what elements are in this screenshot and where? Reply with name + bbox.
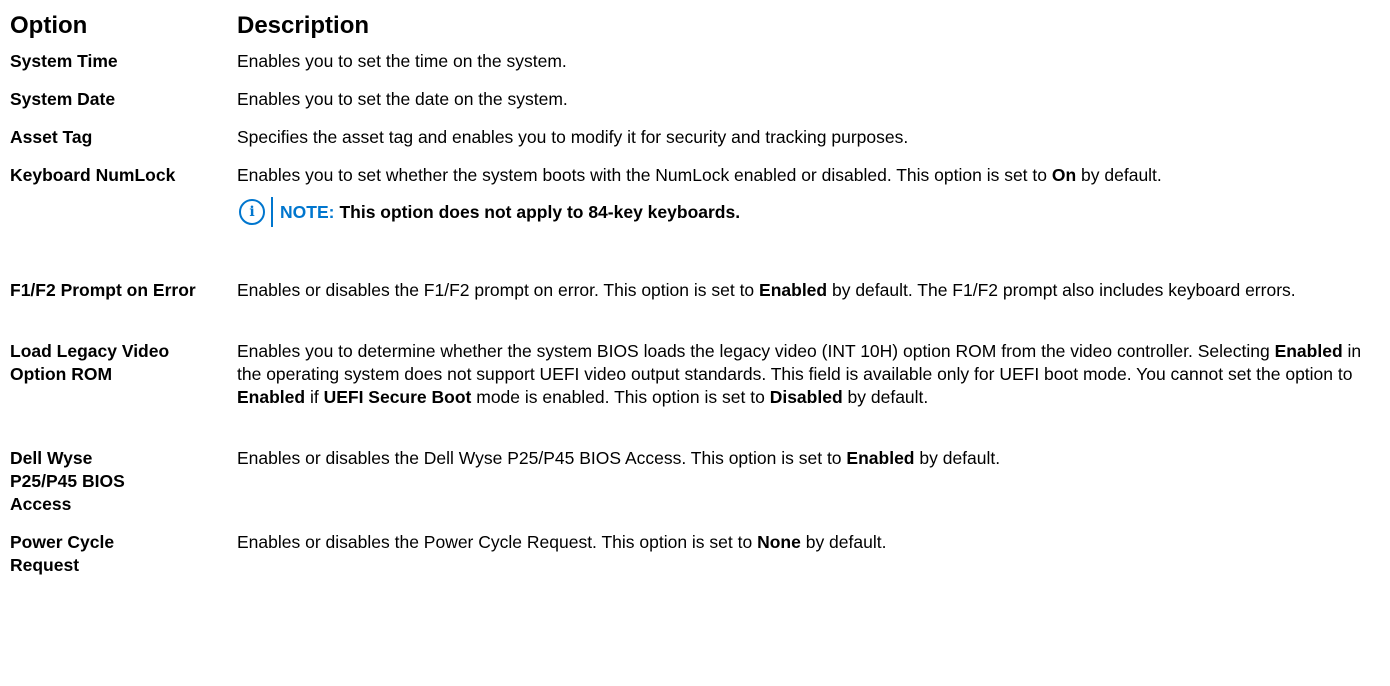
table-row: Power Cycle Request Enables or disables … — [10, 531, 1390, 581]
option-description: Enables you to set the time on the syste… — [237, 51, 567, 71]
option-name: Dell Wyse P25/P45 BIOS Access — [10, 448, 125, 514]
option-name: System Time — [10, 51, 118, 71]
note-label: NOTE: — [280, 201, 335, 222]
table-row: Dell Wyse P25/P45 BIOS Access Enables or… — [10, 447, 1390, 531]
table-row: System Time Enables you to set the time … — [10, 50, 1390, 88]
option-description: Enables or disables the Dell Wyse P25/P4… — [237, 448, 1001, 468]
table-row: Asset Tag Specifies the asset tag and en… — [10, 126, 1390, 164]
table-header: Option Description — [10, 10, 1390, 50]
description-text: Enables you to set whether the system bo… — [237, 165, 1162, 185]
table-row: Load Legacy Video Option ROM Enables you… — [10, 340, 1390, 447]
option-description: Enables you to determine whether the sys… — [237, 341, 1362, 407]
option-name: F1/F2 Prompt on Error — [10, 280, 196, 300]
note-callout: i NOTE: This option does not apply to 84… — [237, 197, 1380, 227]
option-description: Specifies the asset tag and enables you … — [237, 127, 909, 147]
bios-options-table: Option Description System Time Enables y… — [0, 0, 1390, 581]
info-icon: i — [239, 199, 265, 225]
option-name: Asset Tag — [10, 127, 93, 147]
note-text: This option does not apply to 84-key key… — [339, 201, 741, 222]
table-row: Keyboard NumLock Enables you to set whet… — [10, 164, 1390, 279]
note-divider — [271, 197, 273, 227]
option-name: Keyboard NumLock — [10, 165, 176, 185]
header-description: Description — [237, 12, 370, 39]
option-description: Enables or disables the Power Cycle Requ… — [237, 532, 887, 552]
option-description: Enables you to set whether the system bo… — [237, 164, 1380, 279]
header-option: Option — [10, 12, 88, 39]
option-description: Enables or disables the F1/F2 prompt on … — [237, 280, 1296, 300]
table-row: F1/F2 Prompt on Error Enables or disable… — [10, 279, 1390, 340]
option-name: Power Cycle Request — [10, 532, 115, 575]
option-name: System Date — [10, 89, 116, 109]
option-name: Load Legacy Video Option ROM — [10, 341, 170, 384]
table-row: System Date Enables you to set the date … — [10, 88, 1390, 126]
option-description: Enables you to set the date on the syste… — [237, 89, 568, 109]
